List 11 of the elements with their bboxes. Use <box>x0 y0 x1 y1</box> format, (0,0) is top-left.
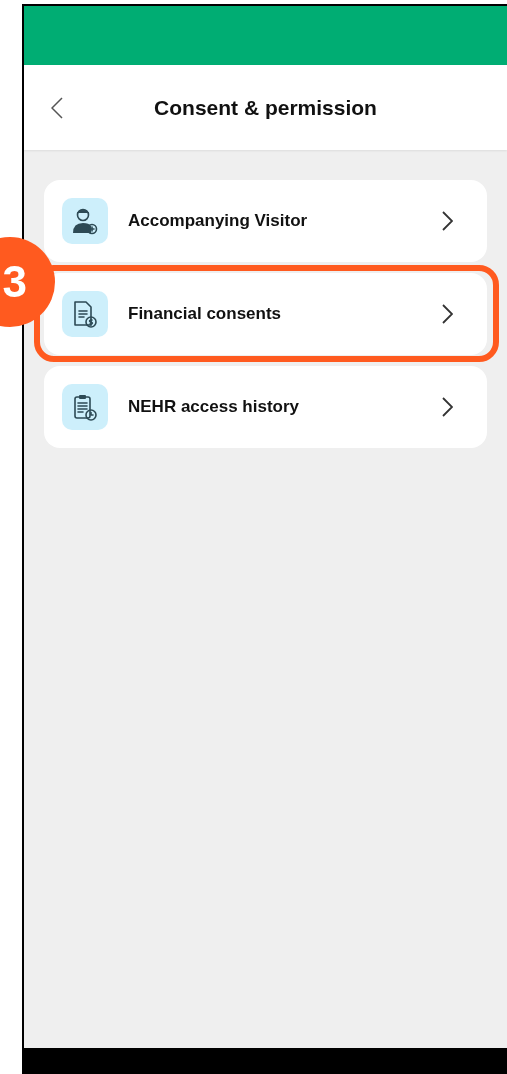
chevron-right-icon <box>442 397 453 417</box>
document-dollar-icon <box>72 300 98 328</box>
chevron-right-icon <box>442 304 453 324</box>
menu-item[interactable]: NEHR access history <box>44 366 487 448</box>
chevron-right-icon <box>442 211 453 231</box>
menu-item[interactable]: Accompanying Visitor <box>44 180 487 262</box>
back-chevron-icon <box>51 97 63 119</box>
menu-item[interactable]: Financial consents <box>44 273 487 355</box>
page-title: Consent & permission <box>154 95 377 120</box>
person-plus-icon <box>72 207 98 235</box>
clipboard-clock-icon <box>72 393 98 421</box>
